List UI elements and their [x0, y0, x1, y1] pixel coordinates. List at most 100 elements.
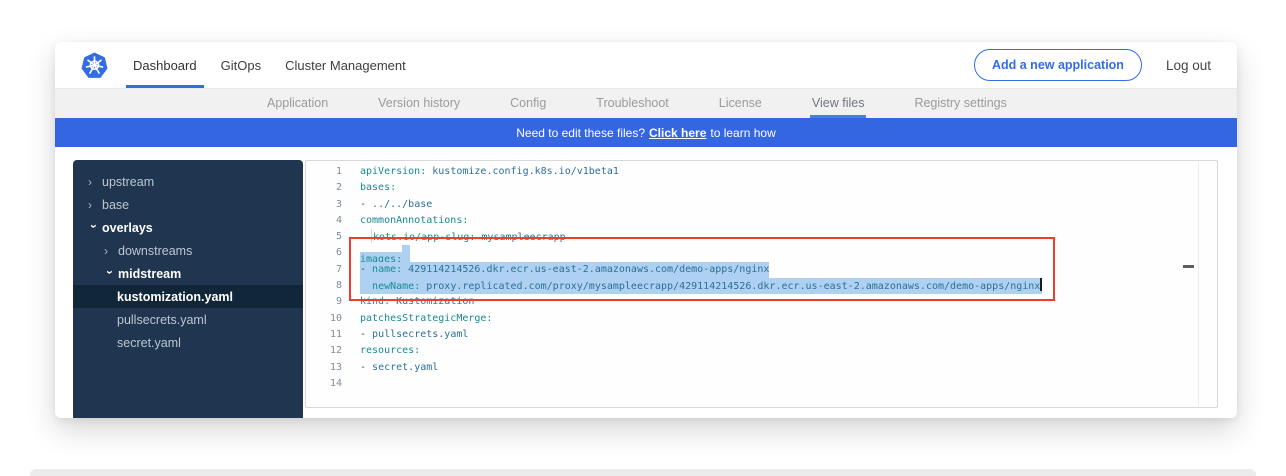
- indent-guide: [360, 229, 372, 243]
- chevron-right-icon: ›: [88, 199, 100, 211]
- code-token: -: [360, 199, 372, 210]
- line-code: newName: proxy.replicated.com/proxy/mysa…: [342, 278, 1042, 294]
- code-token: [360, 281, 372, 292]
- next-card-top-edge: [30, 469, 1256, 476]
- yaml-code-editor[interactable]: 1apiVersion: kustomize.config.k8s.io/v1b…: [305, 160, 1218, 408]
- code-line-12: 12resources:: [306, 343, 1217, 359]
- code-line-5: 5kots.io/app-slug: mysampleecrapp: [306, 229, 1217, 245]
- tree-item-label: pullsecrets.yaml: [117, 313, 207, 327]
- file-tree-sidebar: ›upstream›base›overlays›downstreams›mids…: [73, 160, 303, 418]
- code-token: 429114214526.dkr.ecr.us-east-2.amazonaws…: [402, 264, 769, 275]
- line-number: 8: [306, 278, 342, 294]
- code-token: name:: [372, 264, 402, 275]
- code-line-14: 14: [306, 376, 1217, 392]
- line-code: apiVersion: kustomize.config.k8s.io/v1be…: [342, 164, 619, 180]
- top-nav-tabs: DashboardGitOpsCluster Management: [126, 42, 413, 88]
- cursor-position-marker: [1183, 265, 1194, 268]
- line-code: patchesStrategicMerge:: [342, 311, 492, 327]
- code-token: kustomize.config.k8s.io/v1beta1: [426, 166, 619, 177]
- line-number: 3: [306, 197, 342, 213]
- tree-item-secret-yaml[interactable]: secret.yaml: [73, 331, 303, 354]
- tree-item-label: downstreams: [118, 244, 192, 258]
- selection-highlight: - name: 429114214526.dkr.ecr.us-east-2.a…: [360, 262, 769, 278]
- tree-item-midstream[interactable]: ›midstream: [73, 262, 303, 285]
- code-token: secret.yaml: [372, 362, 438, 373]
- code-token: mysampleecrapp: [475, 232, 565, 243]
- tree-item-base[interactable]: ›base: [73, 193, 303, 216]
- code-line-8: 8 newName: proxy.replicated.com/proxy/my…: [306, 278, 1217, 294]
- line-number: 6: [306, 245, 342, 261]
- logout-link[interactable]: Log out: [1166, 58, 1211, 73]
- subnav-tab-troubleshoot[interactable]: Troubleshoot: [594, 89, 671, 118]
- nav-tab-dashboard[interactable]: Dashboard: [126, 42, 204, 88]
- tree-item-upstream[interactable]: ›upstream: [73, 170, 303, 193]
- chevron-down-icon: ›: [104, 270, 116, 282]
- tree-item-downstreams[interactable]: ›downstreams: [73, 239, 303, 262]
- line-number: 13: [306, 360, 342, 376]
- line-code: - secret.yaml: [342, 360, 438, 376]
- code-line-13: 13- secret.yaml: [306, 360, 1217, 376]
- code-token: -: [360, 362, 372, 373]
- line-number: 4: [306, 213, 342, 229]
- line-code: kots.io/app-slug: mysampleecrapp: [342, 229, 566, 245]
- code-line-10: 10patchesStrategicMerge:: [306, 311, 1217, 327]
- code-token: pullsecrets.yaml: [372, 329, 468, 340]
- banner-text-after: to learn how: [710, 126, 775, 140]
- nav-tab-cluster-management[interactable]: Cluster Management: [278, 42, 413, 88]
- line-code: kind: Kustomization: [342, 294, 474, 310]
- line-number: 1: [306, 164, 342, 180]
- edit-files-banner: Need to edit these files? Click here to …: [55, 118, 1237, 147]
- text-cursor: [1040, 278, 1042, 291]
- editor-overview-ruler[interactable]: [1198, 161, 1199, 407]
- tree-item-label: upstream: [102, 175, 154, 189]
- tree-item-pullsecrets-yaml[interactable]: pullsecrets.yaml: [73, 308, 303, 331]
- code-line-11: 11- pullsecrets.yaml: [306, 327, 1217, 343]
- code-line-7: 7 - name: 429114214526.dkr.ecr.us-east-2.…: [306, 262, 1217, 278]
- line-number: 14: [306, 376, 342, 392]
- line-code: resources:: [342, 343, 420, 359]
- subnav-tab-license[interactable]: License: [717, 89, 764, 118]
- code-line-3: 3- ../../base: [306, 197, 1217, 213]
- line-code: bases:: [342, 180, 396, 196]
- banner-click-here-link[interactable]: Click here: [649, 126, 706, 140]
- kubernetes-logo-icon: [81, 52, 108, 79]
- code-line-6: 6images:: [306, 245, 1217, 261]
- code-token: resources:: [360, 345, 420, 356]
- code-token: newName:: [372, 281, 420, 292]
- code-token: ../../base: [372, 199, 432, 210]
- tree-item-label: base: [102, 198, 129, 212]
- app-subnav: Application Version history Config Troubles…: [55, 89, 1237, 118]
- line-code: - ../../base: [342, 197, 432, 213]
- code-line-4: 4 commonAnnotations:: [306, 213, 1217, 229]
- subnav-tab-view-files[interactable]: View files: [810, 89, 867, 118]
- tree-item-label: secret.yaml: [117, 336, 181, 350]
- banner-text-before: Need to edit these files?: [516, 126, 645, 140]
- line-number: 9: [306, 294, 342, 310]
- tree-item-kustomization-yaml[interactable]: kustomization.yaml: [73, 285, 303, 308]
- editor-lines: 1apiVersion: kustomize.config.k8s.io/v1b…: [306, 161, 1217, 392]
- code-token: commonAnnotations:: [360, 215, 468, 226]
- code-token: -: [360, 329, 372, 340]
- tree-item-overlays[interactable]: ›overlays: [73, 216, 303, 239]
- line-code: [342, 376, 360, 392]
- add-application-button[interactable]: Add a new application: [974, 49, 1142, 81]
- code-token: kots.io/app-slug:: [373, 232, 475, 243]
- tree-item-label: kustomization.yaml: [117, 290, 233, 304]
- nav-tab-gitops[interactable]: GitOps: [214, 42, 268, 88]
- line-code: commonAnnotations:: [342, 213, 468, 229]
- subnav-tab-config[interactable]: Config: [508, 89, 548, 118]
- chevron-right-icon: ›: [104, 245, 116, 257]
- code-token: proxy.replicated.com/proxy/mysampleecrap…: [420, 281, 1040, 292]
- top-nav: DashboardGitOpsCluster Management Add a …: [55, 42, 1237, 89]
- line-number: 5: [306, 229, 342, 245]
- code-token: -: [360, 264, 372, 275]
- subnav-tab-version-history[interactable]: Version history: [376, 89, 462, 118]
- line-code: - pullsecrets.yaml: [342, 327, 468, 343]
- code-token: patchesStrategicMerge:: [360, 313, 492, 324]
- screenshot-stage: DashboardGitOpsCluster Management Add a …: [0, 0, 1286, 476]
- subnav-tab-registry-settings[interactable]: Registry settings: [912, 89, 1008, 118]
- line-number: 7: [306, 262, 342, 278]
- subnav-tab-application[interactable]: Application: [265, 89, 330, 118]
- code-token: kind:: [360, 296, 390, 307]
- code-line-1: 1apiVersion: kustomize.config.k8s.io/v1b…: [306, 164, 1217, 180]
